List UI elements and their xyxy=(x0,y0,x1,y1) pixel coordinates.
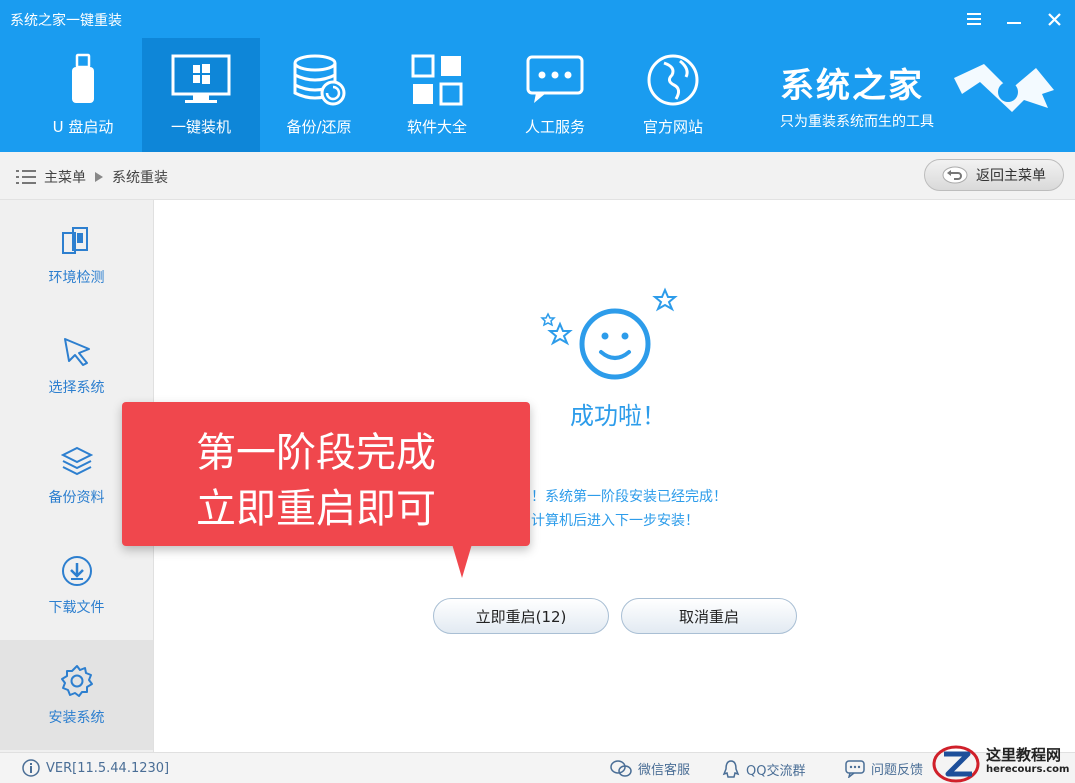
info-icon xyxy=(22,759,40,777)
header-bar: 系统之家一键重装 U 盘启动 一键装机 备份/还原 软件大全 人工服务 官方网站… xyxy=(0,0,1075,152)
download-icon xyxy=(59,553,95,589)
nav-label: 软件大全 xyxy=(406,118,467,136)
undo-arrow-icon xyxy=(942,166,968,184)
watermark-title: 这里教程网 xyxy=(986,746,1062,764)
star-icon xyxy=(540,312,556,327)
nav-label: 一键装机 xyxy=(170,118,231,136)
nav-item-one-click-install[interactable]: 一键装机 xyxy=(142,38,260,152)
brand-slogan: 只为重装系统而生的工具 xyxy=(780,114,934,130)
minimize-icon xyxy=(1007,22,1021,24)
star-icon xyxy=(652,287,678,312)
qq-label: QQ交流群 xyxy=(746,763,806,779)
feedback-link[interactable]: 问题反馈 xyxy=(845,759,923,778)
restart-now-button[interactable]: 立即重启(12) xyxy=(433,598,609,634)
breadcrumb: 主菜单 系统重装 xyxy=(16,167,168,187)
list-icon xyxy=(16,170,36,184)
version-info: VER[11.5.44.1230] xyxy=(22,759,169,777)
brand-name: 系统之家 xyxy=(780,66,924,106)
version-text: VER[11.5.44.1230] xyxy=(46,760,170,776)
close-button[interactable] xyxy=(1043,8,1065,30)
qq-icon xyxy=(722,760,740,778)
globe-icon xyxy=(642,52,704,108)
chat-bubble-icon xyxy=(524,52,586,108)
feedback-icon xyxy=(845,759,865,778)
sidebar-item-env-check[interactable]: 环境检测 xyxy=(0,200,153,310)
status-footer: VER[11.5.44.1230] 微信客服 QQ交流群 问题反馈 xyxy=(0,752,1075,783)
nav-label: 备份/还原 xyxy=(286,118,352,136)
callout-line1: 第一阶段完成 xyxy=(196,430,436,476)
brand-block: 系统之家 只为重装系统而生的工具 xyxy=(780,58,934,131)
watermark-url: herecours.com xyxy=(986,764,1070,775)
nav-label: U 盘启动 xyxy=(52,118,114,136)
gear-icon xyxy=(59,663,95,699)
success-message-line1: ！系统第一阶段安装已经完成！ xyxy=(531,489,727,505)
callout-pointer xyxy=(452,544,472,578)
sidebar-item-label: 选择系统 xyxy=(48,380,105,396)
sidebar-item-label: 下载文件 xyxy=(48,600,105,616)
cancel-restart-button[interactable]: 取消重启 xyxy=(621,598,797,634)
wechat-label: 微信客服 xyxy=(638,763,691,778)
qq-group-link[interactable]: QQ交流群 xyxy=(722,759,805,779)
back-button-label: 返回主菜单 xyxy=(976,168,1046,184)
feedback-label: 问题反馈 xyxy=(871,763,924,778)
window-controls xyxy=(963,8,1065,30)
menu-button[interactable] xyxy=(963,8,985,30)
callout-line2: 立即重启即可 xyxy=(196,486,436,532)
success-title: 成功啦！ xyxy=(570,402,666,430)
breadcrumb-current: 系统重装 xyxy=(112,170,168,186)
sidebar-item-download-files[interactable]: 下载文件 xyxy=(0,530,153,640)
triangle-right-icon xyxy=(95,172,103,182)
usb-drive-icon xyxy=(52,52,114,108)
monitor-windows-icon xyxy=(170,52,232,108)
success-message-line2: 计算机后进入下一步安装！ xyxy=(531,513,699,529)
top-nav: U 盘启动 一键装机 备份/还原 软件大全 人工服务 官方网站 xyxy=(24,38,732,152)
nav-label: 官方网站 xyxy=(642,118,703,136)
sidebar-item-label: 备份资料 xyxy=(48,490,105,506)
smiley-face-icon xyxy=(535,282,685,396)
cursor-icon xyxy=(59,333,95,369)
callout-banner: 第一阶段完成 立即重启即可 xyxy=(122,402,530,578)
star-icon xyxy=(547,321,573,346)
apps-grid-icon xyxy=(406,52,468,108)
breadcrumb-root[interactable]: 主菜单 xyxy=(44,167,86,187)
nav-item-official-site[interactable]: 官方网站 xyxy=(614,38,732,152)
breadcrumb-bar: 主菜单 系统重装 返回主菜单 xyxy=(0,152,1075,200)
nav-item-usb-boot[interactable]: U 盘启动 xyxy=(24,38,142,152)
device-check-icon xyxy=(59,223,95,259)
watermark: 这里教程网 herecours.com xyxy=(930,740,1075,783)
wechat-icon xyxy=(610,759,632,777)
brand-logo-icon xyxy=(950,60,1060,124)
app-title: 系统之家一键重装 xyxy=(10,13,122,29)
sidebar-item-label: 环境检测 xyxy=(48,270,105,286)
nav-item-backup-restore[interactable]: 备份/还原 xyxy=(260,38,378,152)
layers-icon xyxy=(59,443,95,479)
wechat-support-link[interactable]: 微信客服 xyxy=(610,759,690,778)
nav-item-software[interactable]: 软件大全 xyxy=(378,38,496,152)
database-restore-icon xyxy=(288,52,350,108)
nav-item-support[interactable]: 人工服务 xyxy=(496,38,614,152)
nav-label: 人工服务 xyxy=(524,118,585,136)
sidebar-item-label: 安装系统 xyxy=(48,710,105,726)
hamburger-icon xyxy=(967,13,981,25)
sidebar-item-install-system[interactable]: 安装系统 xyxy=(0,640,153,750)
close-icon xyxy=(1047,12,1061,26)
minimize-button[interactable] xyxy=(1003,8,1025,30)
watermark-logo-icon xyxy=(932,745,980,783)
back-to-menu-button[interactable]: 返回主菜单 xyxy=(924,159,1064,191)
